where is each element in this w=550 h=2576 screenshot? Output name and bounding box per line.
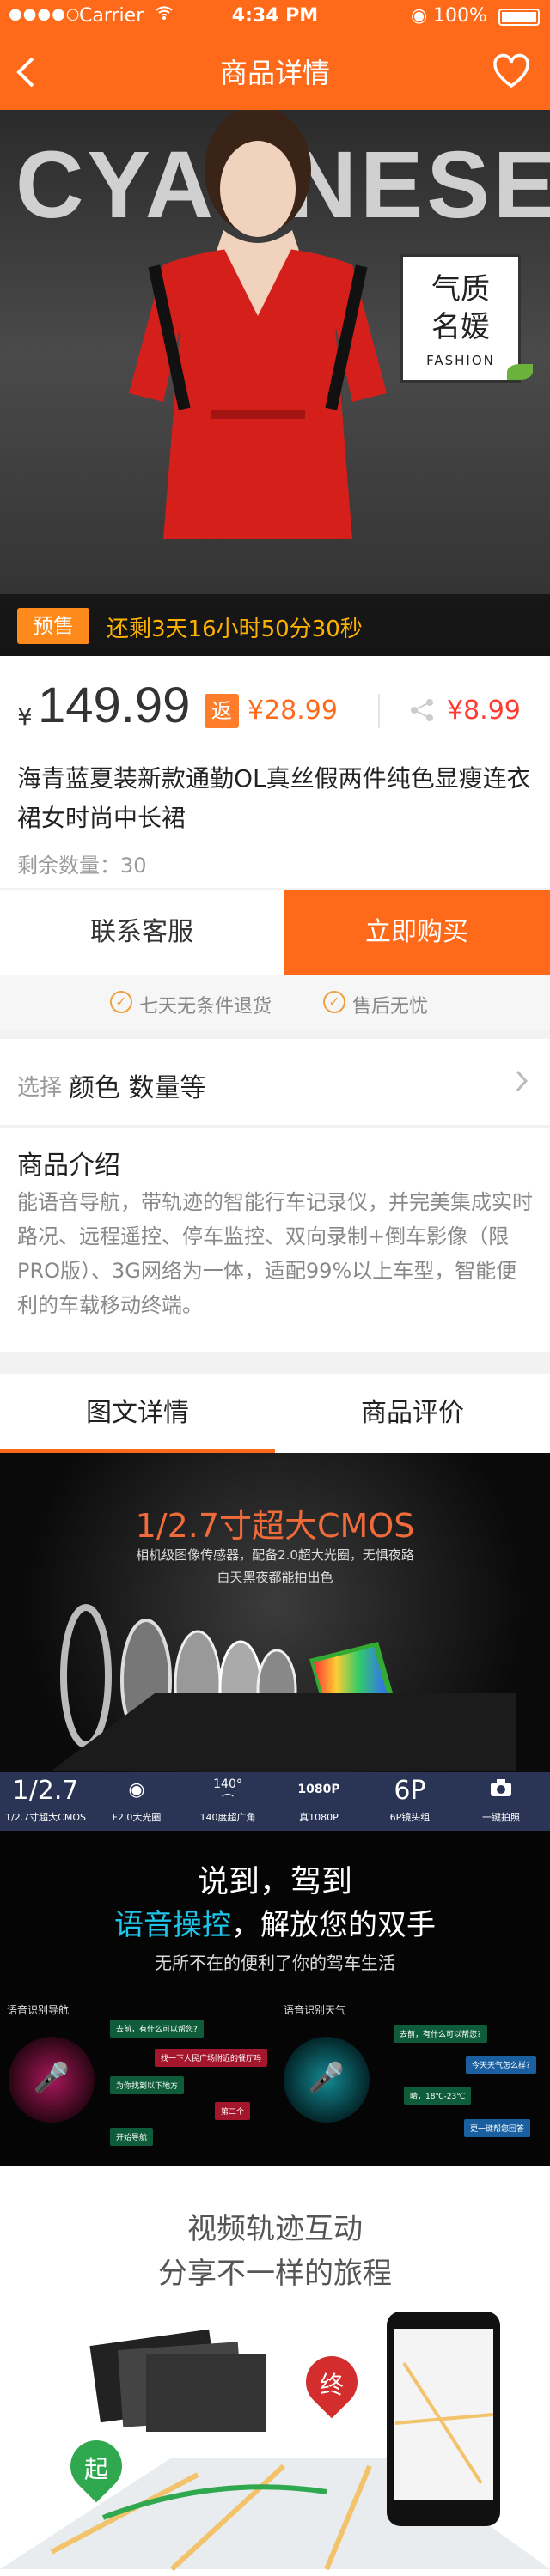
share-price[interactable]: ¥8.99 <box>447 696 521 726</box>
contact-service-button[interactable]: 联系客服 <box>0 890 284 975</box>
track-line1: 视频轨迹互动 <box>187 2212 363 2246</box>
battery-icon <box>498 9 540 26</box>
spec-label: 6P镜头组 <box>389 1812 431 1823</box>
price-row: ¥ 149.99 返 ¥28.99 ¥8.99 <box>0 656 550 750</box>
cmos-headline: 1/2.7寸超大CMOS <box>135 1507 415 1545</box>
chat-chip: 第二个 <box>215 2102 251 2120</box>
aperture-icon: ◉ <box>128 1779 145 1801</box>
chat-chip: 找一下人民广场附近的餐厅吗 <box>155 2049 268 2067</box>
chat-chip: 为你找到以下地方 <box>110 2076 185 2094</box>
microphone-icon: 🎤 <box>33 2061 70 2095</box>
spec-value: 1080P <box>297 1783 340 1796</box>
battery-percent: 100% <box>433 5 487 27</box>
model-illustration <box>129 110 387 539</box>
end-label: 终 <box>319 2371 344 2399</box>
product-intro: 商品介绍 能语音导航，带轨迹的智能行车记录仪，并完美集成实时路况、远程遥控、停车… <box>0 1128 550 1352</box>
wide-angle-icon: ⌒ <box>222 1794 234 1807</box>
microphone-icon: 🎤 <box>308 2061 345 2095</box>
buy-now-button[interactable]: 立即购买 <box>284 890 550 975</box>
chat-chip: 开始导航 <box>110 2128 154 2146</box>
chat-chip: 去前，有什么可以帮您? <box>394 2025 487 2043</box>
chat-chip: 今天天气怎么样? <box>466 2056 536 2074</box>
price-amount: 149.99 <box>38 677 191 733</box>
stock-count: 剩余数量：30 <box>17 854 147 878</box>
rebate-tag: 返 <box>205 694 239 728</box>
cmos-sub1: 相机级图像传感器，配备2.0超大光圈，无惧夜路 <box>136 1547 414 1563</box>
voice-sub: 无所不在的便利了你的驾车生活 <box>155 1953 395 1973</box>
guarantee-item: 七天无条件退货 <box>139 996 272 1018</box>
currency-symbol: ¥ <box>17 702 33 731</box>
presale-tag: 预售 <box>17 608 89 644</box>
favorite-heart-icon[interactable] <box>492 53 531 93</box>
rebate-amount: ¥28.99 <box>248 696 338 726</box>
countdown-text: 还剩3天16小时50分30秒 <box>107 617 363 642</box>
detail-image-voice: 说到，驾到 语音操控，解放您的双手 无所不在的便利了你的驾车生活 语音识别导航 … <box>0 1831 550 2166</box>
cmos-sub2: 白天黑夜都能拍出色 <box>217 1570 333 1585</box>
spec-value: 1/2.7 <box>12 1776 79 1806</box>
chat-chip: 更一键帮您回答 <box>464 2119 531 2137</box>
page-title: 商品详情 <box>219 57 330 89</box>
spec-label: 1/2.7寸超大CMOS <box>4 1812 86 1823</box>
tab-reviews[interactable]: 商品评价 <box>275 1374 550 1453</box>
product-title: 海青蓝夏装新款通勤OL真丝假两件纯色显瘦连衣裙女时尚中长裙 <box>17 764 531 832</box>
spec-selector[interactable]: 选择 颜色 数量等 <box>0 1039 550 1125</box>
intro-text: 能语音导航，带轨迹的智能行车记录仪，并完美集成实时路况、远程遥控、停车监控、双向… <box>17 1190 533 1317</box>
track-line2: 分享不一样的旅程 <box>158 2257 392 2291</box>
chevron-right-icon <box>516 1070 529 1096</box>
voice-line2: 语音操控，解放您的双手 <box>114 1908 436 1942</box>
spec-icons-bar: 1/2.7 1/2.7寸超大CMOS ◉ F2.0大光圈 140° ⌒ 140度… <box>0 1772 550 1831</box>
lock-rotation-icon: ◉ <box>411 5 428 27</box>
lens-illustration <box>52 1604 516 1771</box>
spec-value: 6P <box>394 1776 426 1806</box>
product-info: 海青蓝夏装新款通勤OL真丝假两件纯色显瘦连衣裙女时尚中长裙 剩余数量：30 <box>0 750 550 888</box>
spec-label: 140度超广角 <box>199 1812 256 1823</box>
status-bar: ●●●●○ Carrier 4:34 PM ◉ 100% <box>0 0 550 34</box>
chat-chip: 晴，18℃-23℃ <box>404 2087 472 2105</box>
guarantee-bar: ✓ 七天无条件退货 ✓ 售后无忧 <box>0 975 550 1030</box>
divider <box>378 694 380 728</box>
start-label: 起 <box>83 2455 108 2483</box>
spec-label: 一键拍照 <box>482 1812 520 1823</box>
intro-heading: 商品介绍 <box>17 1151 120 1181</box>
spec-value: 140° <box>213 1777 242 1791</box>
voice-line1: 说到，驾到 <box>197 1864 352 1899</box>
action-buttons: 联系客服 立即购买 <box>0 890 550 975</box>
nav-bar: 商品详情 <box>0 34 550 110</box>
select-value: 颜色 数量等 <box>69 1073 206 1103</box>
guarantee-item: 售后无忧 <box>352 996 429 1018</box>
detail-tabs: 图文详情 商品评价 <box>0 1374 550 1453</box>
select-label: 选择 <box>17 1075 63 1101</box>
promo-badge: 气质 名媛 FASHION <box>400 254 521 383</box>
presale-bar: 预售 还剩3天16小时50分30秒 <box>0 594 550 656</box>
left-panel-title: 语音识别导航 <box>7 2004 70 2016</box>
spec-label: F2.0大光圈 <box>112 1812 162 1823</box>
share-icon[interactable] <box>409 697 435 726</box>
detail-image-track: 视频轨迹互动 分享不一样的旅程 起 终 <box>0 2166 550 2576</box>
tab-image-text-detail[interactable]: 图文详情 <box>0 1374 275 1453</box>
check-circle-icon: ✓ <box>110 991 132 1013</box>
product-hero-image[interactable]: CYANNESEA 气质 名媛 FASHION 预售 还剩3天16小时50分30… <box>0 110 550 656</box>
check-circle-icon: ✓ <box>323 991 345 1013</box>
chat-chip: 去前，有什么可以帮您? <box>110 2020 204 2038</box>
right-panel-title: 语音识别天气 <box>284 2004 346 2016</box>
leaf-icon <box>507 364 533 380</box>
spec-label: 真1080P <box>299 1812 339 1823</box>
camera-icon <box>455 1777 547 1804</box>
